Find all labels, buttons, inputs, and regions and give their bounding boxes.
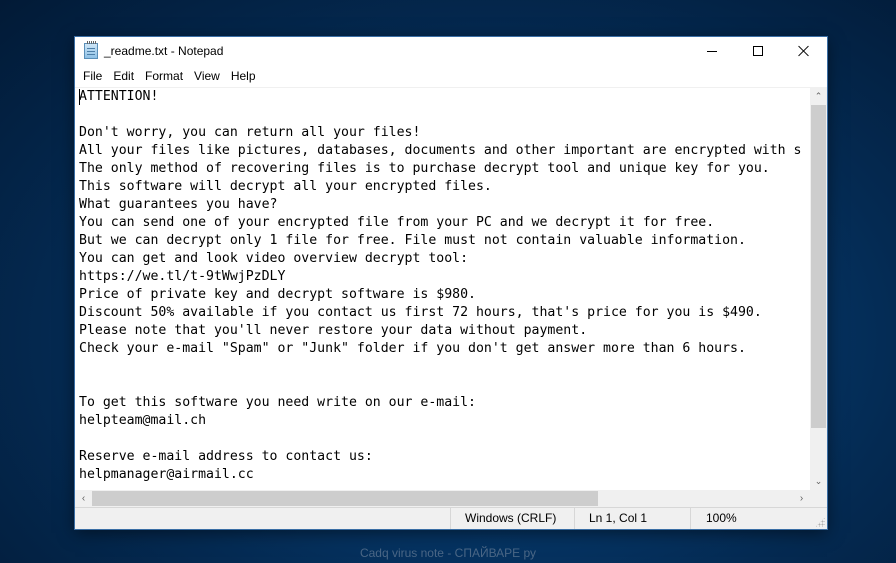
text-line: Price of private key and decrypt softwar… — [79, 287, 476, 302]
minimize-icon — [707, 50, 717, 52]
text-line: Check your e-mail "Spam" or "Junk" folde… — [79, 341, 746, 356]
close-button[interactable] — [781, 37, 827, 65]
text-line: ATTENTION! — [79, 89, 159, 104]
text-line: helpmanager@airmail.cc — [79, 467, 254, 482]
text-caret — [79, 89, 80, 105]
window-title: _readme.txt - Notepad — [104, 44, 224, 58]
text-line: To get this software you need write on o… — [79, 395, 476, 410]
text-line: Discount 50% available if you contact us… — [79, 305, 762, 320]
chevron-up-icon: ⌃ — [814, 91, 823, 101]
chevron-right-icon: › — [799, 493, 804, 504]
editor-content[interactable]: ATTENTION! Don't worry, you can return al… — [79, 88, 802, 484]
title-bar[interactable]: _readme.txt - Notepad — [75, 37, 827, 65]
scroll-down-button[interactable]: ⌄ — [810, 473, 827, 490]
text-line: Don't worry, you can return all your fil… — [79, 125, 421, 140]
menu-bar: File Edit Format View Help — [75, 66, 827, 86]
menu-help[interactable]: Help — [228, 66, 261, 86]
horizontal-scroll-thumb[interactable] — [92, 491, 598, 506]
horizontal-scrollbar[interactable]: ‹ › — [75, 490, 810, 507]
status-line-ending: Windows (CRLF) — [450, 508, 573, 529]
maximize-button[interactable] — [735, 37, 781, 65]
scroll-right-button[interactable]: › — [793, 490, 810, 507]
menu-format[interactable]: Format — [142, 66, 188, 86]
text-line: helpteam@mail.ch — [79, 413, 207, 428]
chevron-down-icon: ⌄ — [814, 476, 823, 486]
text-line: This software will decrypt all your encr… — [79, 179, 492, 194]
text-line: All your files like pictures, databases,… — [79, 143, 802, 158]
text-line: What guarantees you have? — [79, 197, 278, 212]
text-editor[interactable]: ATTENTION! Don't worry, you can return al… — [75, 88, 810, 490]
text-line: You can get and look video overview decr… — [79, 251, 469, 266]
status-cursor-position: Ln 1, Col 1 — [574, 508, 689, 529]
text-line: Please note that you'll never restore yo… — [79, 323, 588, 338]
text-line: https://we.tl/t-9tWwjPzDLY — [79, 269, 286, 284]
notepad-icon — [84, 41, 98, 59]
text-line — [79, 106, 802, 124]
menu-edit[interactable]: Edit — [110, 66, 139, 86]
menu-view[interactable]: View — [191, 66, 225, 86]
status-zoom: 100% — [690, 508, 810, 529]
text-line: Reserve e-mail address to contact us: — [79, 449, 373, 464]
scroll-corner — [810, 490, 827, 507]
text-line: The only method of recovering files is t… — [79, 161, 770, 176]
minimize-button[interactable] — [689, 37, 735, 65]
maximize-icon — [753, 46, 763, 56]
text-line — [79, 430, 802, 448]
scroll-left-button[interactable]: ‹ — [75, 490, 92, 507]
menu-file[interactable]: File — [80, 66, 107, 86]
scroll-up-button[interactable]: ⌃ — [810, 88, 827, 105]
close-icon — [798, 45, 810, 57]
notepad-window: _readme.txt - Notepad File Edit Format V… — [75, 37, 827, 529]
text-line — [79, 358, 802, 376]
chevron-left-icon: ‹ — [81, 493, 86, 504]
status-bar: Windows (CRLF) Ln 1, Col 1 100% — [75, 507, 827, 529]
vertical-scrollbar[interactable]: ⌃ ⌄ — [810, 88, 827, 490]
resize-grip-icon[interactable] — [815, 517, 825, 527]
watermark-caption: Cadq virus note - СПАЙВАРЕ ру — [359, 546, 537, 560]
vertical-scroll-thumb[interactable] — [811, 105, 826, 428]
text-line — [79, 376, 802, 394]
text-line: You can send one of your encrypted file … — [79, 215, 715, 230]
text-line: But we can decrypt only 1 file for free.… — [79, 233, 746, 248]
